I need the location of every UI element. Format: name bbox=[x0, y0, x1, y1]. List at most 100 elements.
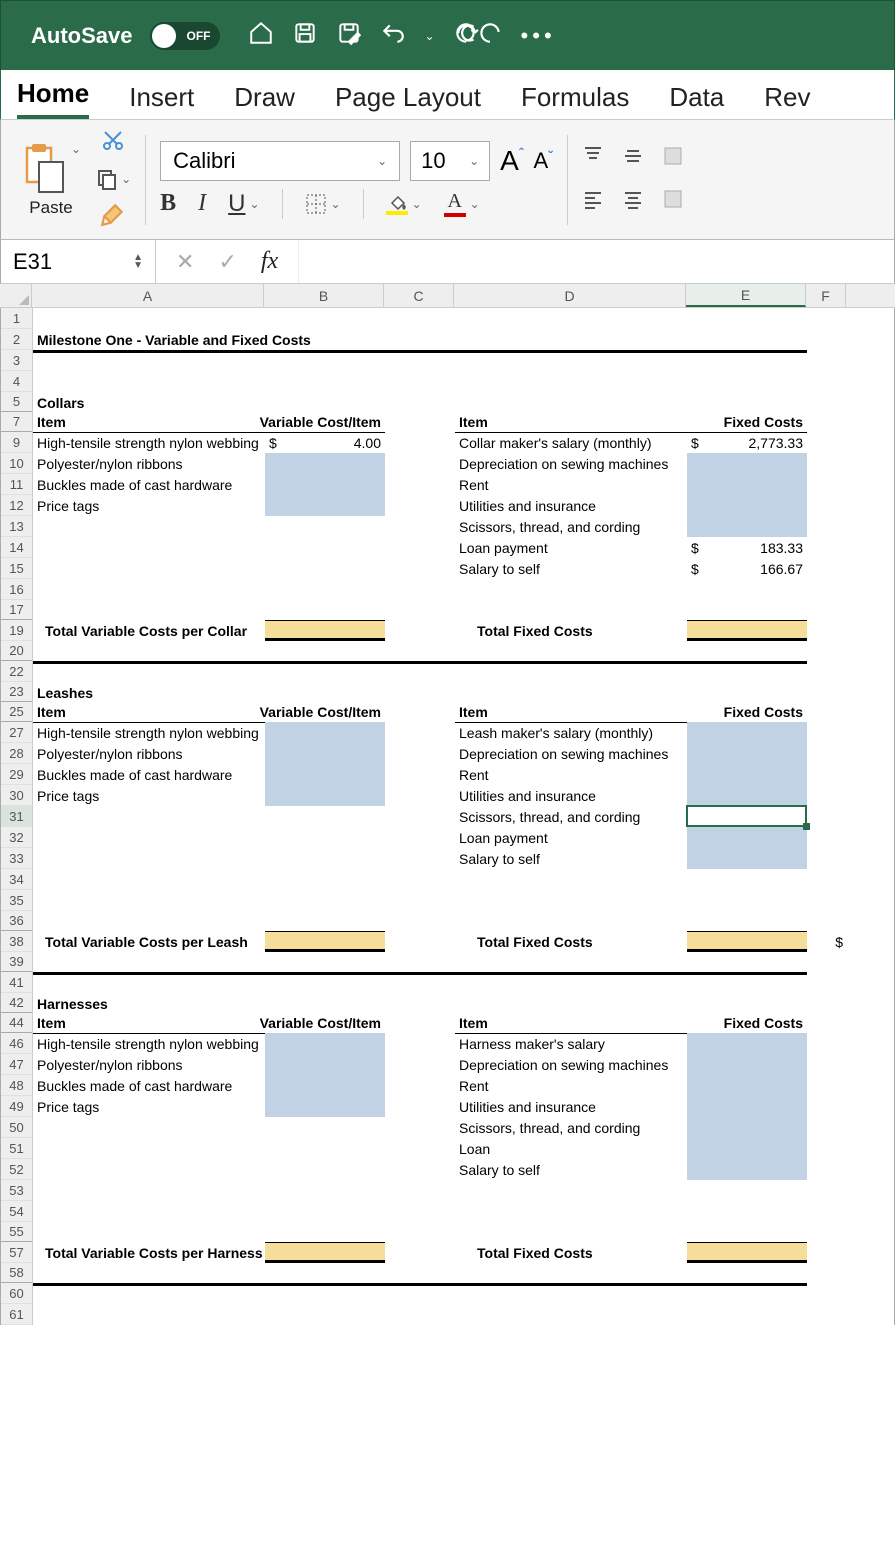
cell[interactable] bbox=[385, 890, 455, 911]
cell[interactable] bbox=[385, 1242, 455, 1263]
cell[interactable] bbox=[265, 371, 385, 392]
row-header[interactable]: 34 bbox=[1, 869, 32, 890]
row-header[interactable]: 27 bbox=[1, 722, 32, 743]
cell[interactable] bbox=[687, 579, 807, 600]
row-header[interactable]: 30 bbox=[1, 785, 32, 806]
autosave-toggle[interactable]: OFF bbox=[150, 22, 220, 50]
cell[interactable] bbox=[687, 371, 807, 392]
cell[interactable] bbox=[807, 1033, 847, 1054]
paste-dropdown-icon[interactable]: ⌄ bbox=[71, 142, 81, 156]
row-header[interactable]: 14 bbox=[1, 537, 32, 558]
cell[interactable] bbox=[265, 869, 385, 890]
tab-review[interactable]: Rev bbox=[764, 82, 810, 119]
cell[interactable] bbox=[33, 911, 265, 932]
cell[interactable] bbox=[265, 931, 385, 952]
cell[interactable] bbox=[265, 952, 385, 973]
row-header[interactable]: 39 bbox=[1, 952, 32, 972]
row-header[interactable]: 32 bbox=[1, 827, 32, 848]
cell[interactable] bbox=[265, 641, 385, 662]
cell[interactable] bbox=[687, 1033, 807, 1054]
cell[interactable] bbox=[687, 308, 807, 329]
cell[interactable] bbox=[265, 620, 385, 641]
cell[interactable] bbox=[455, 1283, 687, 1304]
cell[interactable] bbox=[807, 558, 847, 579]
cell[interactable] bbox=[385, 371, 455, 392]
row-header[interactable]: 16 bbox=[1, 579, 32, 600]
cell[interactable] bbox=[687, 474, 807, 495]
cell[interactable] bbox=[265, 1054, 385, 1075]
row-header[interactable]: 29 bbox=[1, 764, 32, 785]
cell[interactable] bbox=[385, 1201, 455, 1222]
row-header[interactable]: 44 bbox=[1, 1013, 32, 1033]
cell[interactable]: Variable Cost/Item bbox=[265, 702, 385, 723]
cell[interactable] bbox=[385, 453, 455, 474]
cell[interactable]: Salary to self bbox=[455, 558, 687, 579]
cell[interactable] bbox=[33, 371, 265, 392]
align-left-icon[interactable] bbox=[582, 188, 604, 215]
cell[interactable] bbox=[265, 1201, 385, 1222]
redo-icon[interactable] bbox=[453, 20, 479, 51]
cell[interactable]: Scissors, thread, and cording bbox=[455, 806, 687, 827]
cell[interactable]: Polyester/nylon ribbons bbox=[33, 743, 265, 764]
cell[interactable] bbox=[385, 329, 455, 350]
undo-icon[interactable] bbox=[380, 20, 406, 51]
cell[interactable] bbox=[687, 827, 807, 848]
cell[interactable] bbox=[385, 1283, 455, 1304]
cell[interactable] bbox=[687, 911, 807, 932]
cell[interactable] bbox=[807, 1117, 847, 1138]
cell[interactable] bbox=[33, 1117, 265, 1138]
cell[interactable] bbox=[807, 600, 847, 621]
cell[interactable] bbox=[455, 972, 687, 993]
cell[interactable] bbox=[385, 579, 455, 600]
cell[interactable]: Salary to self bbox=[455, 848, 687, 869]
cell[interactable] bbox=[265, 972, 385, 993]
cell[interactable] bbox=[385, 931, 455, 952]
cell[interactable] bbox=[385, 1159, 455, 1180]
cell[interactable] bbox=[687, 350, 807, 371]
row-header[interactable]: 2 bbox=[1, 329, 32, 350]
cell[interactable]: Rent bbox=[455, 1075, 687, 1096]
cell[interactable] bbox=[455, 600, 687, 621]
borders-button[interactable]: ⌄ bbox=[305, 193, 341, 215]
tab-data[interactable]: Data bbox=[669, 82, 724, 119]
cell[interactable] bbox=[385, 432, 455, 453]
home-icon[interactable] bbox=[248, 20, 274, 51]
cell[interactable] bbox=[687, 1201, 807, 1222]
cell[interactable] bbox=[455, 1201, 687, 1222]
cell[interactable]: Salary to self bbox=[455, 1159, 687, 1180]
cell[interactable] bbox=[807, 764, 847, 785]
cell[interactable] bbox=[385, 869, 455, 890]
cell[interactable]: $2,773.33 bbox=[687, 432, 807, 453]
cell[interactable]: $166.67 bbox=[687, 558, 807, 579]
cell[interactable] bbox=[807, 1138, 847, 1159]
cell[interactable] bbox=[33, 1159, 265, 1180]
row-header[interactable]: 55 bbox=[1, 1222, 32, 1242]
row-header[interactable]: 1 bbox=[1, 308, 32, 329]
cell[interactable]: Item bbox=[455, 1013, 687, 1034]
cell[interactable] bbox=[807, 308, 847, 329]
cell[interactable]: Price tags bbox=[33, 1096, 265, 1117]
row-header[interactable]: 28 bbox=[1, 743, 32, 764]
underline-button[interactable]: U⌄ bbox=[228, 190, 259, 218]
cell[interactable] bbox=[33, 1138, 265, 1159]
cell[interactable] bbox=[265, 1075, 385, 1096]
align-top-icon[interactable] bbox=[582, 145, 604, 172]
cell[interactable] bbox=[687, 1159, 807, 1180]
cell[interactable] bbox=[807, 392, 847, 413]
cell[interactable]: Total Fixed Costs bbox=[455, 931, 687, 952]
cell[interactable] bbox=[385, 993, 455, 1014]
cell[interactable] bbox=[33, 579, 265, 600]
cell[interactable] bbox=[265, 537, 385, 558]
cell[interactable] bbox=[385, 827, 455, 848]
row-header[interactable]: 19 bbox=[1, 620, 32, 641]
cell[interactable] bbox=[455, 890, 687, 911]
cell[interactable] bbox=[807, 890, 847, 911]
cell[interactable] bbox=[385, 1054, 455, 1075]
cell[interactable] bbox=[807, 371, 847, 392]
cell[interactable] bbox=[265, 1096, 385, 1117]
row-header[interactable]: 31 bbox=[1, 806, 32, 827]
cell[interactable] bbox=[385, 558, 455, 579]
increase-font-icon[interactable]: Aˆ bbox=[500, 145, 523, 177]
row-header[interactable]: 20 bbox=[1, 641, 32, 661]
col-header-b[interactable]: B bbox=[264, 284, 384, 307]
